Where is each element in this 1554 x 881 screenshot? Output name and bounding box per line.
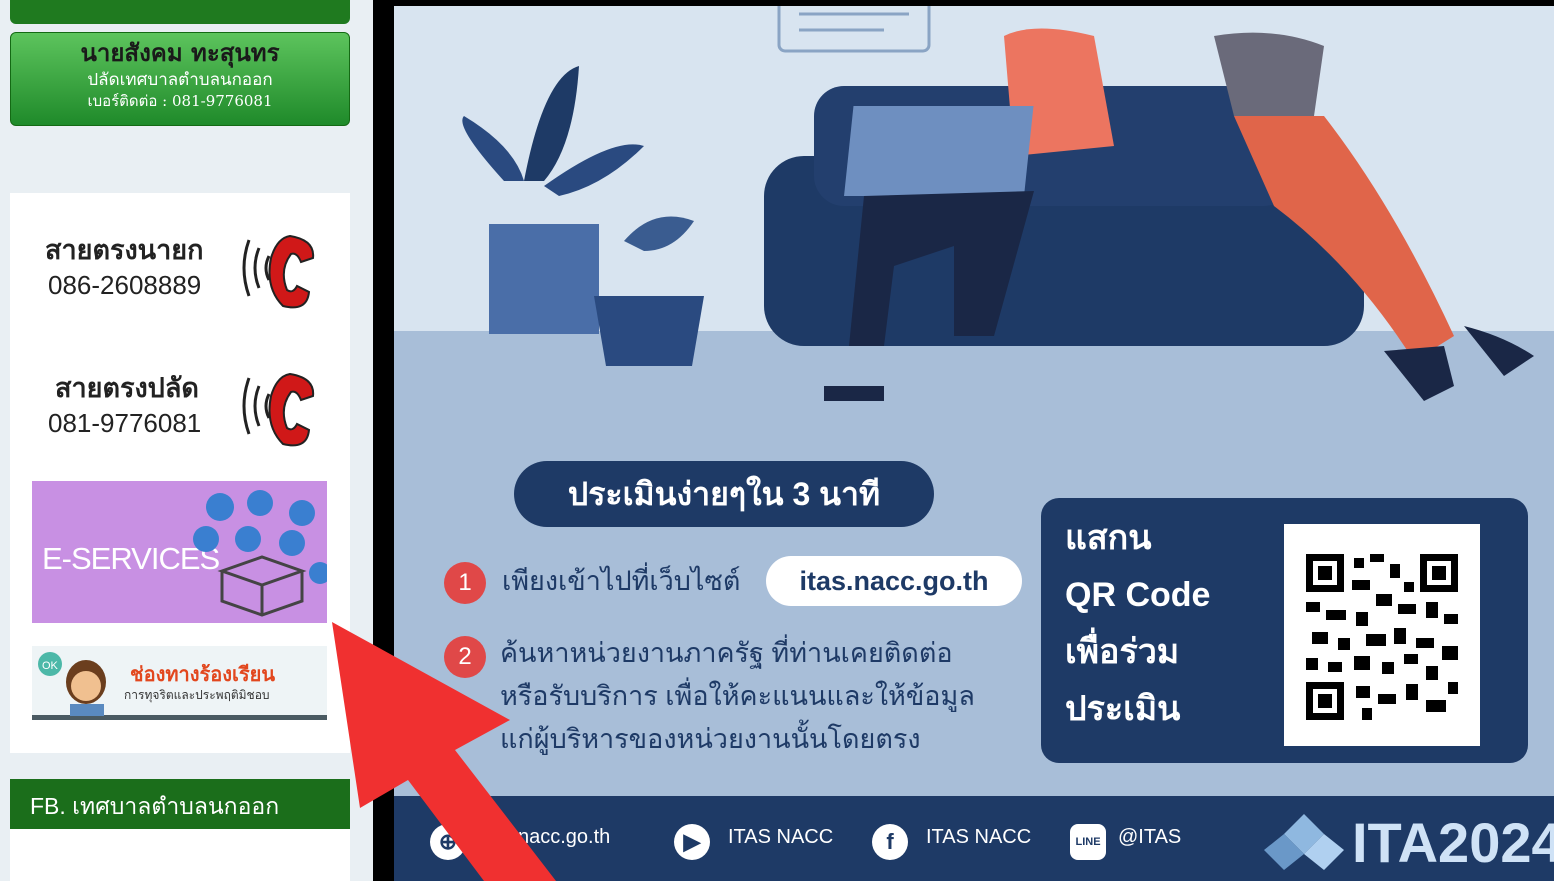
facebook-icon: f	[872, 824, 908, 860]
complaint-banner[interactable]: OK ช่องทางร้องเรียน การทุจริตและประพฤติม…	[32, 646, 327, 720]
qr-code-icon	[1306, 554, 1458, 720]
complaint-subtitle: การทุจริตและประพฤติมิชอบ	[124, 688, 270, 702]
phone-icon	[242, 372, 315, 447]
qr-line: เพื่อร่วม	[1065, 633, 1180, 671]
official-position: ปลัดเทศบาลตำบลนกออก	[87, 70, 273, 90]
facebook-section-header[interactable]: FB. เทศบาลตำบลนกออก	[10, 779, 350, 829]
red-arrow-annotation	[332, 622, 556, 881]
ita-diamond-icon	[1264, 814, 1344, 870]
support-agent-icon: OK	[38, 652, 106, 716]
hotline-number: 081-9776081	[48, 408, 202, 438]
footer-youtube[interactable]: ITAS NACC	[728, 826, 833, 849]
sidebar-top-banner	[10, 0, 350, 24]
itas-url-link[interactable]: itas.nacc.go.th	[766, 556, 1022, 606]
footer-facebook[interactable]: ITAS NACC	[926, 826, 1031, 849]
ita-logo: ITA2024	[1352, 811, 1554, 874]
ita-poster[interactable]: ประเมินง่ายๆใน 3 นาที 1 เพียงเข้าไปที่เว…	[394, 6, 1554, 881]
qr-instructions: แสกน QR Code เพื่อร่วม ประเมิน	[1065, 510, 1210, 738]
hotline-label: สายตรงปลัด	[55, 373, 199, 403]
step-2-line-1: ค้นหาหน่วยงานภาครัฐ ที่ท่านเคยติดต่อ	[500, 638, 953, 668]
hotline-number: 086-2608889	[48, 270, 202, 300]
official-phone: เบอร์ติดต่อ : 081-9776081	[87, 92, 273, 110]
footer-line[interactable]: @ITAS	[1118, 826, 1181, 849]
qr-line: ประเมิน	[1065, 690, 1181, 728]
step-2-line-3: แก่ผู้บริหารของหน่วยงานนั้นโดยตรง	[500, 724, 921, 754]
phone-icon	[242, 234, 315, 309]
facebook-embed-area	[10, 829, 350, 881]
hotline-deputy[interactable]: สายตรงปลัด 081-9776081	[45, 366, 335, 456]
step-2-line-2: หรือรับบริการ เพื่อให้คะแนนและให้ข้อมูล	[500, 681, 975, 711]
step-1-number: 1	[444, 562, 486, 604]
hotline-label: สายตรงนายก	[45, 235, 204, 265]
svg-text:OK: OK	[42, 660, 59, 672]
qr-line: QR Code	[1065, 576, 1211, 614]
eservices-banner[interactable]: E-SERVICES	[32, 481, 327, 623]
qr-panel: แสกน QR Code เพื่อร่วม ประเมิน	[1041, 498, 1528, 763]
official-name: นายสังคม ทะสุนทร	[80, 38, 280, 67]
line-icon: LINE	[1070, 824, 1106, 860]
sidebar: นายสังคม ทะสุนทร ปลัดเทศบาลตำบลนกออก เบอ…	[0, 0, 373, 881]
qr-line: แสกน	[1065, 519, 1152, 557]
headline-pill: ประเมินง่ายๆใน 3 นาที	[514, 461, 934, 527]
services-box-icon	[193, 490, 327, 617]
poster-footer: ⊕ nacc.go.th ▶ ITAS NACC f ITAS NACC LIN…	[394, 796, 1554, 881]
qr-code[interactable]	[1284, 524, 1480, 746]
step-1-text: เพียงเข้าไปที่เว็บไซต์	[502, 566, 741, 596]
illustration-people-sofa	[462, 6, 1534, 401]
hotline-mayor[interactable]: สายตรงนายก 086-2608889	[45, 228, 335, 318]
youtube-icon: ▶	[674, 824, 710, 860]
official-card[interactable]: นายสังคม ทะสุนทร ปลัดเทศบาลตำบลนกออก เบอ…	[10, 32, 350, 126]
